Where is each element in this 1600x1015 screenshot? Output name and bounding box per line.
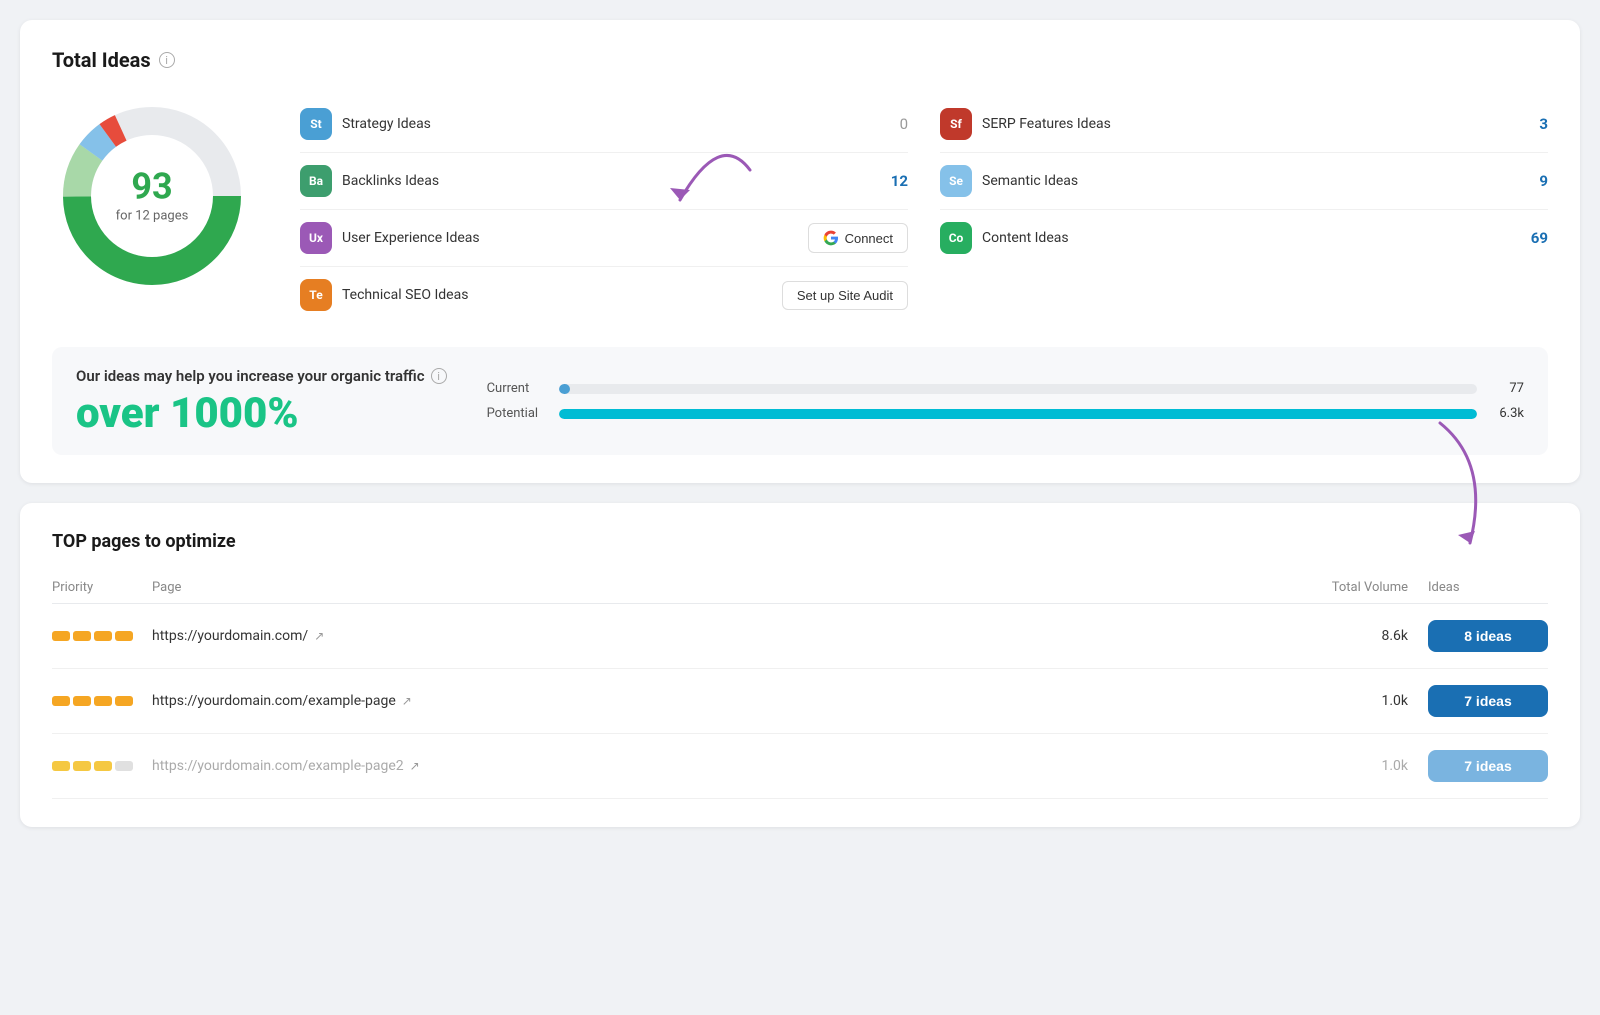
potential-bar-track	[559, 409, 1477, 419]
backlinks-badge: Ba	[300, 165, 332, 197]
traffic-title: Our ideas may help you increase your org…	[76, 367, 447, 385]
traffic-percent: over 1000%	[76, 393, 447, 435]
header-priority: Priority	[52, 580, 152, 595]
top-pages-card: TOP pages to optimize Priority Page Tota…	[20, 503, 1580, 827]
priority-indicator-1	[52, 631, 152, 641]
traffic-bars: Current 77 Potential 6.3k	[487, 381, 1524, 421]
top-pages-title: TOP pages to optimize	[52, 531, 1548, 552]
traffic-info-icon[interactable]: i	[431, 368, 447, 384]
current-bar-fill	[559, 384, 570, 394]
total-ideas-title: Total Ideas	[52, 48, 151, 72]
current-value: 77	[1489, 381, 1524, 396]
ideas-button-1[interactable]: 8 ideas	[1428, 620, 1548, 652]
donut-chart: 93 for 12 pages	[52, 96, 252, 296]
page-url-2: https://yourdomain.com/example-page ↗	[152, 693, 1298, 709]
idea-row-semantic: Se Semantic Ideas 9	[940, 153, 1548, 210]
page-url-3: https://yourdomain.com/example-page2 ↗	[152, 758, 1298, 774]
idea-row-technical: Te Technical SEO Ideas Set up Site Audit	[300, 267, 908, 323]
donut-count: 93	[116, 169, 189, 205]
potential-label: Potential	[487, 406, 547, 421]
donut-label: for 12 pages	[116, 209, 189, 224]
header-page: Page	[152, 580, 1298, 595]
semantic-count: 9	[1518, 172, 1548, 190]
serp-badge: Sf	[940, 108, 972, 140]
strategy-count: 0	[878, 115, 908, 133]
table-row: https://yourdomain.com/example-page2 ↗ 1…	[52, 734, 1548, 799]
google-icon	[823, 230, 839, 246]
volume-2: 1.0k	[1298, 693, 1428, 709]
header-volume: Total Volume	[1298, 580, 1428, 595]
site-audit-button[interactable]: Set up Site Audit	[782, 281, 908, 310]
semantic-name: Semantic Ideas	[982, 173, 1508, 189]
potential-value: 6.3k	[1489, 406, 1524, 421]
volume-1: 8.6k	[1298, 628, 1428, 644]
idea-row-strategy: St Strategy Ideas 0	[300, 96, 908, 153]
ideas-button-3[interactable]: 7 ideas	[1428, 750, 1548, 782]
current-bar-track	[559, 384, 1477, 394]
strategy-badge: St	[300, 108, 332, 140]
priority-indicator-3	[52, 761, 152, 771]
connect-label: Connect	[845, 231, 893, 246]
backlinks-count: 12	[878, 172, 908, 190]
technical-badge: Te	[300, 279, 332, 311]
page-url-1: https://yourdomain.com/ ↗	[152, 628, 1298, 644]
serp-name: SERP Features Ideas	[982, 116, 1508, 132]
external-link-icon-1[interactable]: ↗	[314, 629, 324, 643]
idea-row-backlinks: Ba Backlinks Ideas 12	[300, 153, 908, 210]
technical-name: Technical SEO Ideas	[342, 287, 772, 303]
table-row: https://yourdomain.com/example-page ↗ 1.…	[52, 669, 1548, 734]
content-badge: Co	[940, 222, 972, 254]
table-row: https://yourdomain.com/ ↗ 8.6k 8 ideas	[52, 604, 1548, 669]
audit-label: Set up Site Audit	[797, 288, 893, 303]
table-header: Priority Page Total Volume Ideas	[52, 572, 1548, 604]
priority-indicator-2	[52, 696, 152, 706]
total-ideas-info-icon[interactable]: i	[159, 52, 175, 68]
content-name: Content Ideas	[982, 230, 1508, 246]
connect-button[interactable]: Connect	[808, 223, 908, 253]
traffic-section: Our ideas may help you increase your org…	[52, 347, 1548, 455]
backlinks-name: Backlinks Ideas	[342, 173, 868, 189]
serp-count: 3	[1518, 115, 1548, 133]
ideas-button-2[interactable]: 7 ideas	[1428, 685, 1548, 717]
header-ideas: Ideas	[1428, 580, 1548, 595]
current-bar-row: Current 77	[487, 381, 1524, 396]
potential-bar-row: Potential 6.3k	[487, 406, 1524, 421]
idea-row-ux: Ux User Experience Ideas Connect	[300, 210, 908, 267]
content-count: 69	[1518, 229, 1548, 247]
external-link-icon-2[interactable]: ↗	[402, 694, 412, 708]
ux-badge: Ux	[300, 222, 332, 254]
ux-name: User Experience Ideas	[342, 230, 798, 246]
volume-3: 1.0k	[1298, 758, 1428, 774]
idea-row-serp: Sf SERP Features Ideas 3	[940, 96, 1548, 153]
current-label: Current	[487, 381, 547, 396]
potential-bar-fill	[559, 409, 1477, 419]
idea-row-content: Co Content Ideas 69	[940, 210, 1548, 266]
strategy-name: Strategy Ideas	[342, 116, 868, 132]
external-link-icon-3[interactable]: ↗	[410, 759, 420, 773]
semantic-badge: Se	[940, 165, 972, 197]
donut-center: 93 for 12 pages	[116, 169, 189, 224]
